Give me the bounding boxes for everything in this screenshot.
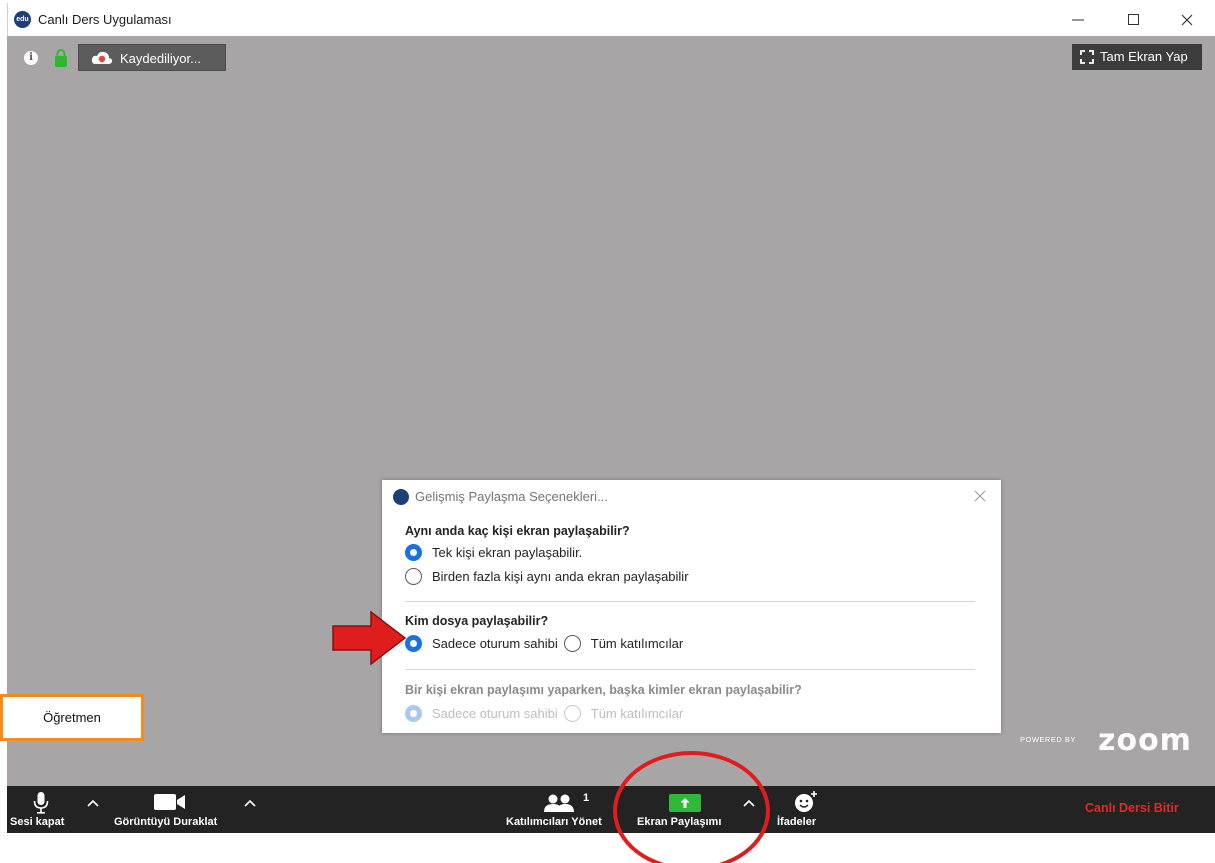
option-label: Sadece oturum sahibi [432, 706, 558, 721]
fullscreen-button[interactable]: Tam Ekran Yap [1072, 44, 1202, 70]
app-window: edu Canlı Ders Uygulaması i Kaydediliyor… [0, 0, 1215, 863]
mute-button[interactable]: Sesi kapat [7, 786, 82, 833]
title-bar: edu Canlı Ders Uygulaması [7, 3, 1215, 36]
maximize-button[interactable] [1111, 3, 1155, 36]
stop-video-label: Görüntüyü Duraklat [114, 816, 218, 828]
fullscreen-icon [1080, 50, 1094, 64]
manage-participants-label: Katılımcıları Yönet [506, 816, 602, 828]
question-share-while-sharing: Bir kişi ekran paylaşımı yaparken, başka… [405, 683, 802, 697]
annotation-arrow-icon [332, 610, 407, 666]
radio-single-share[interactable] [405, 544, 422, 561]
dialog-title: Gelişmiş Paylaşma Seçenekleri... [415, 489, 608, 504]
microphone-icon [33, 792, 49, 814]
dialog-logo-icon [393, 489, 409, 505]
dialog-close-icon[interactable] [970, 486, 990, 506]
mute-label: Sesi kapat [10, 816, 65, 828]
reactions-label: İfadeler [777, 816, 817, 828]
participant-name-label: Öğretmen [0, 694, 144, 741]
minimize-button[interactable] [1056, 3, 1100, 36]
recording-text: Kaydediliyor... [120, 51, 201, 66]
option-label: Tüm katılımcılar [590, 636, 684, 651]
option-label: Tek kişi ekran paylaşabilir. [432, 545, 583, 560]
divider [405, 669, 975, 670]
video-area: i Kaydediliyor... Tam Ekran Yap POWERED … [7, 36, 1215, 786]
radio-file-host-only[interactable] [405, 635, 422, 652]
option-share-host-only: Sadece oturum sahibi Tüm katılımcılar [405, 705, 683, 722]
bottom-margin [0, 833, 1215, 863]
option-multi-share[interactable]: Birden fazla kişi aynı anda ekran paylaş… [405, 568, 689, 585]
fullscreen-label: Tam Ekran Yap [1100, 49, 1188, 64]
option-single-share[interactable]: Tek kişi ekran paylaşabilir. [405, 544, 582, 561]
lock-icon[interactable] [55, 49, 67, 67]
divider [405, 601, 975, 602]
advanced-sharing-dialog: Gelişmiş Paylaşma Seçenekleri... Aynı an… [382, 480, 1001, 733]
radio-file-all-participants[interactable] [563, 635, 581, 652]
participants-icon [544, 794, 574, 812]
radio-multi-share[interactable] [405, 568, 422, 585]
info-icon[interactable]: i [24, 51, 38, 65]
stop-video-button[interactable]: Görüntüyü Duraklat [105, 786, 235, 833]
option-label: Sadece oturum sahibi [432, 636, 558, 651]
radio-share-all-participants [563, 705, 581, 722]
video-options-chevron-up-icon[interactable] [243, 798, 257, 808]
option-file-host-only[interactable]: Sadece oturum sahibi Tüm katılımcılar [405, 635, 683, 652]
video-camera-icon [154, 794, 185, 810]
reactions-smiley-icon [795, 791, 817, 812]
window-title: Canlı Ders Uygulaması [38, 12, 172, 27]
close-icon [1181, 14, 1193, 25]
question-simultaneous-share: Aynı anda kaç kişi ekran paylaşabilir? [405, 524, 630, 538]
minimize-icon [1072, 19, 1084, 20]
end-class-button[interactable]: Canlı Dersi Bitir [1085, 801, 1179, 815]
recording-badge[interactable]: Kaydediliyor... [78, 44, 226, 71]
powered-by-text: POWERED BY [1020, 735, 1076, 744]
annotation-circle [613, 751, 770, 863]
participants-count: 1 [583, 792, 590, 804]
meeting-toolbar: Sesi kapat Görüntüyü Duraklat 1 Katılımc… [7, 786, 1215, 833]
option-label: Birden fazla kişi aynı anda ekran paylaş… [432, 569, 689, 584]
participant-name: Öğretmen [43, 710, 101, 725]
option-label: Tüm katılımcılar [590, 706, 684, 721]
reactions-button[interactable]: İfadeler [772, 786, 842, 833]
audio-options-chevron-up-icon[interactable] [86, 798, 100, 808]
radio-share-host-only [405, 705, 422, 722]
maximize-icon [1127, 14, 1139, 25]
question-file-share: Kim dosya paylaşabilir? [405, 614, 549, 628]
app-logo-icon: edu [14, 11, 31, 28]
zoom-branding: POWERED BY zoom [1020, 723, 1200, 758]
zoom-logo: zoom [1098, 723, 1192, 758]
cloud-recording-icon [91, 51, 113, 64]
window-close-button[interactable] [1165, 3, 1209, 36]
